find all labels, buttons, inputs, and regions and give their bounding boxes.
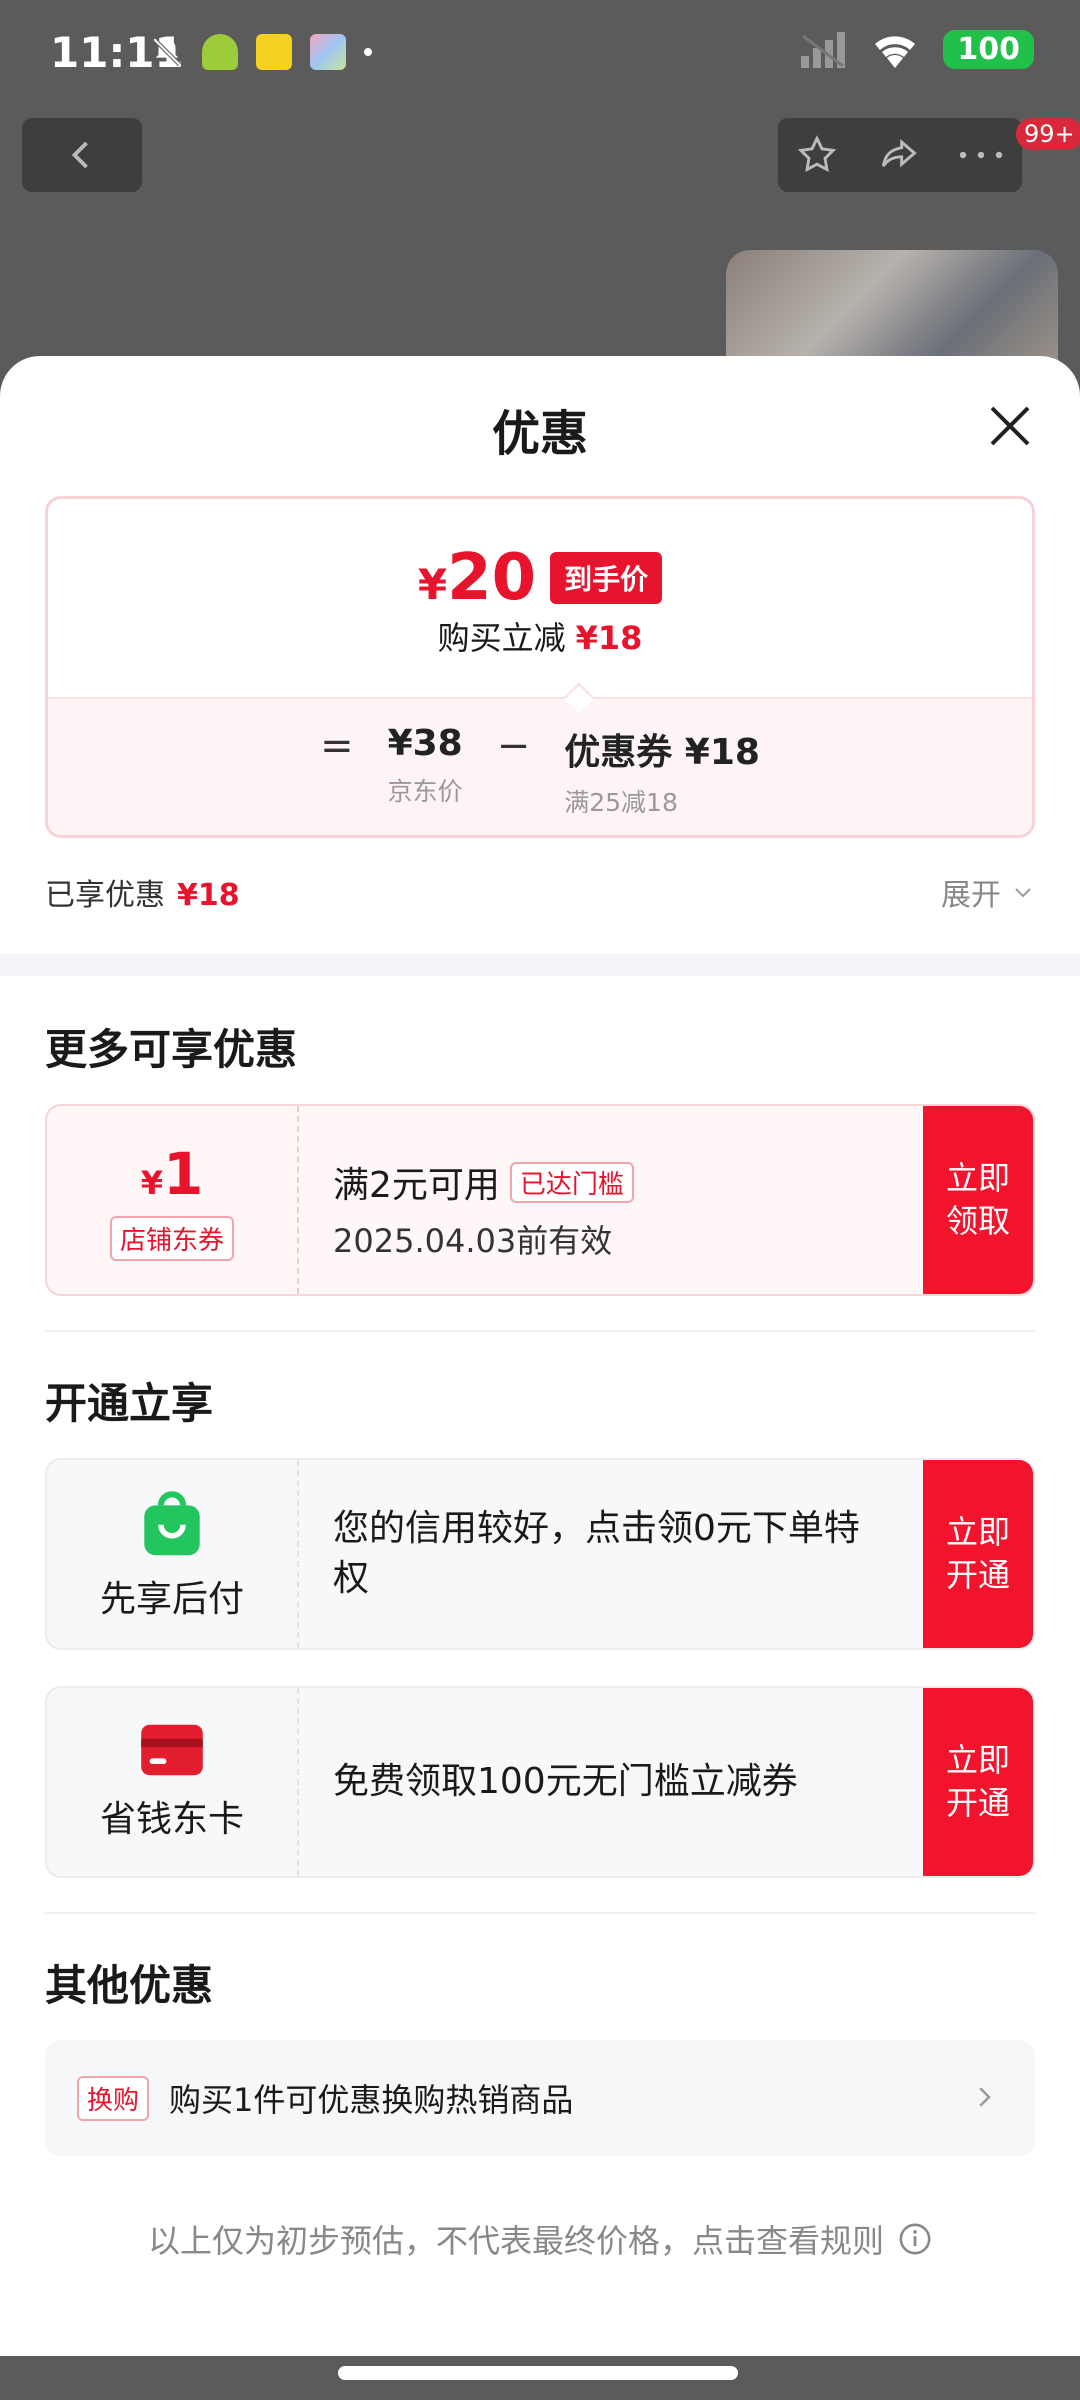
chevron-left-icon bbox=[71, 141, 88, 169]
coupon-rule: 满25减18 bbox=[564, 788, 678, 817]
trade-in-tag: 换购 bbox=[77, 2075, 150, 2121]
android-app-icon bbox=[202, 34, 238, 70]
shop-coupon-card: ¥1 店铺东券 满2元可用 已达门槛 2025.04.03前有效 立即 领取 bbox=[45, 1104, 1035, 1296]
equals-sign: = bbox=[320, 723, 354, 769]
saver-card-name: 省钱东卡 bbox=[99, 1799, 244, 1840]
credit-card-icon bbox=[141, 1724, 203, 1776]
reduce-line: 购买立减 ¥18 bbox=[48, 613, 1032, 659]
expand-label: 展开 bbox=[941, 878, 1001, 913]
enjoyed-label: 已享优惠 bbox=[45, 878, 165, 913]
coupon-value: ¥1 店铺东券 bbox=[47, 1106, 299, 1294]
price-breakdown-card: ¥20 到手价 购买立减 ¥18 = ¥38 京东价 − 优惠券 ¥18 满25减… bbox=[45, 496, 1035, 838]
saver-card-desc: 免费领取100元无门槛立减券 bbox=[333, 1760, 798, 1802]
signal-icon bbox=[801, 31, 846, 68]
reduce-label: 购买立减 bbox=[437, 619, 566, 657]
yellow-app-icon bbox=[256, 34, 292, 70]
final-price-tag: 到手价 bbox=[550, 552, 663, 604]
expand-button[interactable]: 展开 bbox=[941, 870, 1035, 914]
dot-icon bbox=[364, 48, 372, 56]
open-enjoy-title: 开通立享 bbox=[45, 1379, 214, 1428]
gallery-app-icon bbox=[310, 34, 346, 70]
final-price: ¥20 bbox=[417, 541, 537, 615]
share-icon[interactable] bbox=[874, 133, 922, 177]
final-price-row: ¥20 到手价 bbox=[48, 541, 1032, 615]
coupon-condition: 满2元可用 已达门槛 bbox=[333, 1156, 634, 1208]
product-thumbnail bbox=[726, 250, 1058, 370]
coupon-kind-tag: 店铺东券 bbox=[109, 1215, 234, 1261]
coupon-amount: 优惠券 ¥18 bbox=[564, 732, 760, 773]
bell-off-icon bbox=[152, 37, 182, 67]
coupon-amount: ¥1 bbox=[140, 1139, 204, 1208]
chevron-right-icon bbox=[979, 2087, 991, 2107]
open-pay-later-button[interactable]: 立即 开通 bbox=[923, 1460, 1033, 1648]
claim-coupon-button[interactable]: 立即 领取 bbox=[923, 1106, 1033, 1294]
status-bar: 11:11 100 bbox=[0, 0, 1080, 110]
section-divider bbox=[0, 954, 1080, 976]
pay-later-card: 先享后付 您的信用较好，点击领0元下单特权 立即 开通 bbox=[45, 1458, 1035, 1650]
jd-price-cell: ¥38 京东价 bbox=[388, 723, 463, 808]
enjoyed-discount: 已享优惠 ¥18 bbox=[45, 870, 240, 914]
star-icon[interactable] bbox=[795, 133, 839, 177]
wifi-icon bbox=[875, 35, 916, 68]
jd-price-label: 京东价 bbox=[387, 777, 463, 806]
coupon-validity: 2025.04.03前有效 bbox=[333, 1222, 613, 1260]
price-summary: ¥20 到手价 购买立减 ¥18 bbox=[48, 499, 1032, 697]
home-indicator[interactable] bbox=[338, 2366, 738, 2380]
pay-later-desc: 您的信用较好，点击领0元下单特权 bbox=[333, 1507, 860, 1599]
coupon-cell: 优惠券 ¥18 满25减18 bbox=[564, 723, 760, 819]
battery-indicator: 100 bbox=[943, 30, 1034, 69]
pay-later-brand: 先享后付 bbox=[47, 1460, 299, 1648]
coupon-condition-text: 满2元可用 bbox=[333, 1165, 500, 1206]
divider bbox=[45, 1330, 1035, 1332]
back-button[interactable] bbox=[22, 118, 142, 192]
reduce-amount: ¥18 bbox=[575, 619, 643, 657]
threshold-reached-tag: 已达门槛 bbox=[509, 1161, 634, 1203]
other-offers-title: 其他优惠 bbox=[45, 1961, 214, 2010]
price-formula: = ¥38 京东价 − 优惠券 ¥18 满25减18 bbox=[48, 723, 1032, 819]
saver-card: 省钱东卡 免费领取100元无门槛立减券 立即 开通 bbox=[45, 1686, 1035, 1878]
shopping-bag-icon bbox=[144, 1491, 200, 1556]
enjoyed-amount: ¥18 bbox=[177, 878, 240, 913]
info-icon bbox=[899, 2223, 931, 2255]
pricing-disclaimer[interactable]: 以上仅为初步预估，不代表最终价格，点击查看规则 bbox=[0, 2216, 1080, 2262]
coupon-details: 满2元可用 已达门槛 2025.04.03前有效 bbox=[333, 1156, 634, 1262]
divider bbox=[45, 1912, 1035, 1914]
minus-sign: − bbox=[496, 723, 531, 769]
sheet-title: 优惠 bbox=[491, 406, 588, 462]
close-icon[interactable] bbox=[986, 402, 1034, 450]
disclaimer-text: 以上仅为初步预估，不代表最终价格，点击查看规则 bbox=[147, 2222, 884, 2260]
more-offers-title: 更多可享优惠 bbox=[45, 1025, 298, 1074]
chevron-down-icon bbox=[1015, 888, 1031, 898]
trade-in-offer-row[interactable]: 换购 购买1件可优惠换购热销商品 bbox=[45, 2040, 1035, 2156]
jd-price: ¥38 bbox=[387, 723, 463, 764]
notification-icons bbox=[150, 34, 372, 70]
pay-later-name: 先享后付 bbox=[99, 1579, 244, 1620]
saver-card-brand: 省钱东卡 bbox=[47, 1688, 299, 1876]
more-icon[interactable] bbox=[957, 145, 1005, 165]
trade-in-text: 购买1件可优惠换购热销商品 bbox=[169, 2081, 574, 2119]
system-status: 100 bbox=[799, 30, 1034, 69]
message-badge: 99+ bbox=[1016, 118, 1080, 150]
top-action-bar bbox=[778, 118, 1022, 192]
open-saver-card-button[interactable]: 立即 开通 bbox=[923, 1688, 1033, 1876]
